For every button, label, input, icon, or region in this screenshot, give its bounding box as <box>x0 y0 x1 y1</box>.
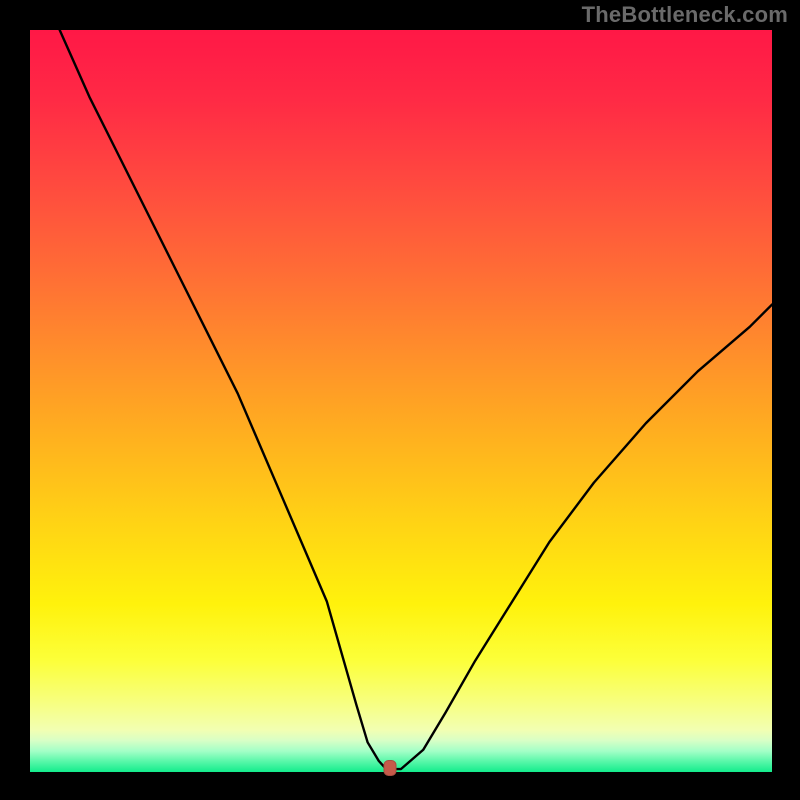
plot-area <box>30 30 772 772</box>
optimum-marker <box>383 760 396 776</box>
chart-frame: TheBottleneck.com <box>0 0 800 800</box>
watermark-text: TheBottleneck.com <box>582 2 788 28</box>
gradient-upper <box>30 30 772 730</box>
gradient-lower <box>30 730 772 772</box>
